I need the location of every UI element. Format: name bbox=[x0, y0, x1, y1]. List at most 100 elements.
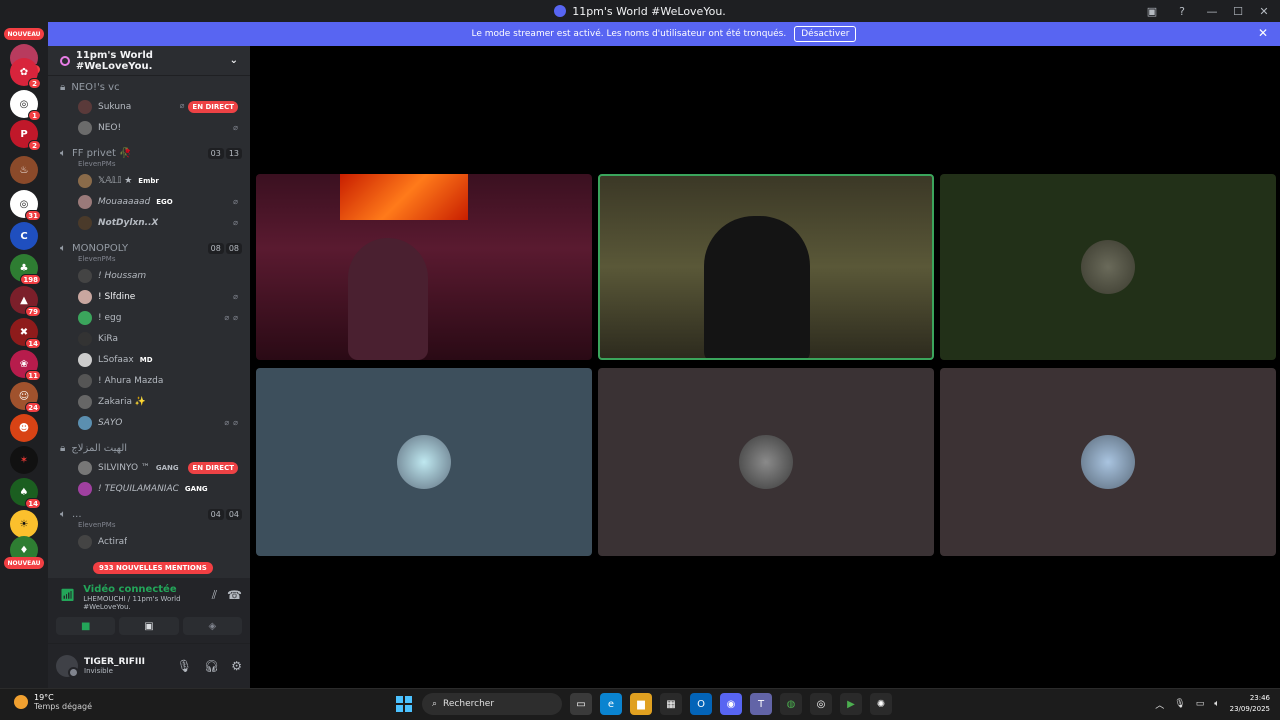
activity-button[interactable]: ◈ bbox=[182, 617, 242, 635]
voice-channel-locked[interactable]: 🔒︎ الهيت المزلاج bbox=[48, 439, 250, 457]
server-icon-10[interactable]: ✖ 14 bbox=[10, 318, 41, 349]
voice-user[interactable]: ! TEQUILAMANIAC GANG bbox=[48, 478, 250, 499]
windows-start-icon[interactable] bbox=[394, 694, 414, 714]
avatar bbox=[78, 534, 92, 549]
video-tile-6[interactable] bbox=[940, 368, 1276, 556]
disable-streamer-button[interactable]: Désactiver bbox=[794, 26, 857, 42]
server-icon-13[interactable]: ☻ bbox=[10, 414, 38, 442]
store-icon[interactable]: ▦ bbox=[660, 693, 682, 715]
file-explorer-icon[interactable]: ▆ bbox=[630, 693, 652, 715]
close-banner-icon[interactable]: ✕ bbox=[1258, 26, 1268, 40]
gear-icon[interactable]: ⚙︎ bbox=[231, 659, 242, 673]
voice-user[interactable]: KiRa bbox=[48, 328, 250, 349]
badge: 2 bbox=[28, 78, 41, 89]
voice-user[interactable]: SILVINYO ™ GANG EN DIRECT bbox=[48, 457, 250, 478]
voice-user[interactable]: SAYO ⌀ ⌀ bbox=[48, 412, 250, 433]
voice-user[interactable]: NEO! ⌀ bbox=[48, 117, 250, 138]
screen-share-button[interactable]: ▣ bbox=[119, 617, 179, 635]
chevron-up-icon[interactable]: ︿ bbox=[1155, 698, 1164, 711]
user-panel-left[interactable]: TIGER_RIFIII Invisible bbox=[56, 655, 145, 678]
server-icon-12[interactable]: ☺ 24 bbox=[10, 382, 41, 413]
server-icon-11[interactable]: ❀ 11 bbox=[10, 350, 41, 381]
outlook-icon[interactable]: O bbox=[690, 693, 712, 715]
voice-user[interactable]: NotDylxn..X ⌀ bbox=[48, 212, 250, 233]
voice-status-label[interactable]: Vidéo connectée bbox=[83, 584, 211, 595]
server-header[interactable]: 11pm's World #WeLoveYou. ⌄ bbox=[48, 46, 250, 76]
help-icon[interactable]: ? bbox=[1174, 3, 1190, 19]
server-icon-8[interactable]: ♣ 198 bbox=[10, 254, 41, 285]
microphone-tray-icon[interactable]: 🎙︎ bbox=[1174, 699, 1185, 709]
noise-suppression-icon[interactable]: ⫽ bbox=[212, 588, 217, 603]
video-tile-4[interactable] bbox=[256, 368, 592, 556]
server-icon-2[interactable]: ✿ 2 bbox=[10, 58, 41, 89]
chrome-icon[interactable]: ◍ bbox=[780, 693, 802, 715]
user-name: ! Slfdine bbox=[98, 291, 136, 302]
live-badge: EN DIRECT bbox=[188, 100, 238, 113]
server-icon-7[interactable]: C bbox=[10, 222, 38, 250]
voice-user[interactable]: LSofaax MD bbox=[48, 349, 250, 370]
volume-icon[interactable]: 🔈︎ bbox=[1214, 699, 1219, 709]
server-icon-4[interactable]: P2 bbox=[10, 120, 41, 151]
network-icon[interactable]: ▭ bbox=[1196, 699, 1205, 709]
server-icon-16[interactable]: ☀ bbox=[10, 510, 38, 538]
user-name: Zakaria ✨ bbox=[98, 396, 147, 407]
discord-icon[interactable]: ◉ bbox=[720, 693, 742, 715]
new-mentions-pill[interactable]: 933 NOUVELLES MENTIONS bbox=[93, 562, 213, 574]
edge-icon[interactable]: e bbox=[600, 693, 622, 715]
video-tile-3[interactable] bbox=[940, 174, 1276, 360]
voice-location[interactable]: LHEMOUCHI / 11pm's World #WeLoveYou. bbox=[83, 595, 211, 611]
signal-icon[interactable]: 📶︎ bbox=[60, 588, 75, 611]
channel-name-wrap: 🔒︎ الهيت المزلاج bbox=[60, 443, 127, 454]
headphones-icon[interactable]: 🎧︎ bbox=[204, 659, 219, 673]
server-icon-6[interactable]: ◎ 31 bbox=[10, 190, 41, 221]
task-view-icon[interactable]: ▭ bbox=[570, 693, 592, 715]
speaker-icon: 🔈︎ bbox=[60, 508, 66, 520]
voice-user[interactable]: Zakaria ✨ bbox=[48, 391, 250, 412]
server-icon-5[interactable]: ♨ bbox=[10, 156, 38, 184]
avatar bbox=[78, 331, 92, 346]
voice-user-left: 𝕏𝔸𝕃𝕀 ★ Embr bbox=[78, 173, 159, 188]
voice-user[interactable]: Actiraf bbox=[48, 531, 250, 552]
server-icon-14[interactable]: ✶ bbox=[10, 446, 38, 474]
taskbar-search[interactable]: ⌕ Rechercher bbox=[422, 693, 562, 715]
voice-user[interactable]: Mouaaaaad EGO ⌀ bbox=[48, 191, 250, 212]
server-icon-15[interactable]: ♠ 14 bbox=[10, 478, 41, 509]
channel-name: FF privet 🥀 bbox=[72, 147, 132, 159]
server-icon-3[interactable]: ◎ 1 bbox=[10, 90, 41, 121]
count-current: 03 bbox=[207, 147, 224, 159]
voice-user[interactable]: ! Houssam bbox=[48, 265, 250, 286]
voice-user-left: NEO! bbox=[78, 120, 121, 135]
voice-user[interactable]: ! Ahura Mazda bbox=[48, 370, 250, 391]
video-tile-1[interactable] bbox=[256, 174, 592, 360]
server-name: 11pm's World #WeLoveYou. bbox=[75, 49, 153, 72]
weather-widget[interactable]: 19°C Temps dégagé bbox=[14, 693, 92, 711]
voice-user[interactable]: ! Slfdine ⌀ bbox=[48, 286, 250, 307]
avatar bbox=[78, 268, 92, 283]
video-tile-2-speaking[interactable] bbox=[598, 174, 934, 360]
server-icon-9[interactable]: ▲ 79 bbox=[10, 286, 41, 317]
title-bar: 11pm's World #WeLoveYou. ▣ ? — ☐ ✕ bbox=[0, 0, 1280, 22]
user-status-icons: ⌀ bbox=[233, 292, 238, 301]
maximize-button[interactable]: ☐ bbox=[1230, 3, 1246, 19]
new-pill-top[interactable]: NOUVEAU bbox=[4, 28, 44, 40]
avatar bbox=[78, 373, 92, 388]
voice-channel-neo[interactable]: 🔒︎ NEO!'s vc bbox=[48, 78, 250, 96]
disconnect-icon[interactable]: ☎︎ bbox=[227, 588, 242, 603]
voice-user[interactable]: Sukuna ⌀ EN DIRECT bbox=[48, 96, 250, 117]
inbox-icon[interactable]: ▣ bbox=[1144, 3, 1160, 19]
voice-user[interactable]: ! egg ⌀ ⌀ bbox=[48, 307, 250, 328]
close-button[interactable]: ✕ bbox=[1256, 3, 1272, 19]
terminal-icon[interactable]: ▶ bbox=[840, 693, 862, 715]
new-pill-bottom[interactable]: NOUVEAU bbox=[4, 557, 44, 569]
clock[interactable]: 23:46 23/09/2025 bbox=[1230, 693, 1270, 715]
voice-user[interactable]: 𝕏𝔸𝕃𝕀 ★ Embr bbox=[48, 170, 250, 191]
app-icon[interactable]: ✺ bbox=[870, 693, 892, 715]
microphone-icon[interactable]: 🎙︎ bbox=[177, 659, 192, 673]
steam-icon[interactable]: ◎ bbox=[810, 693, 832, 715]
video-tile-5[interactable] bbox=[598, 368, 934, 556]
teams-icon[interactable]: T bbox=[750, 693, 772, 715]
count-limit: 08 bbox=[225, 242, 242, 254]
camera-button[interactable]: ■ bbox=[56, 617, 116, 635]
minimize-button[interactable]: — bbox=[1204, 3, 1220, 19]
channel-subtitle: ElevenPMs bbox=[78, 255, 116, 263]
